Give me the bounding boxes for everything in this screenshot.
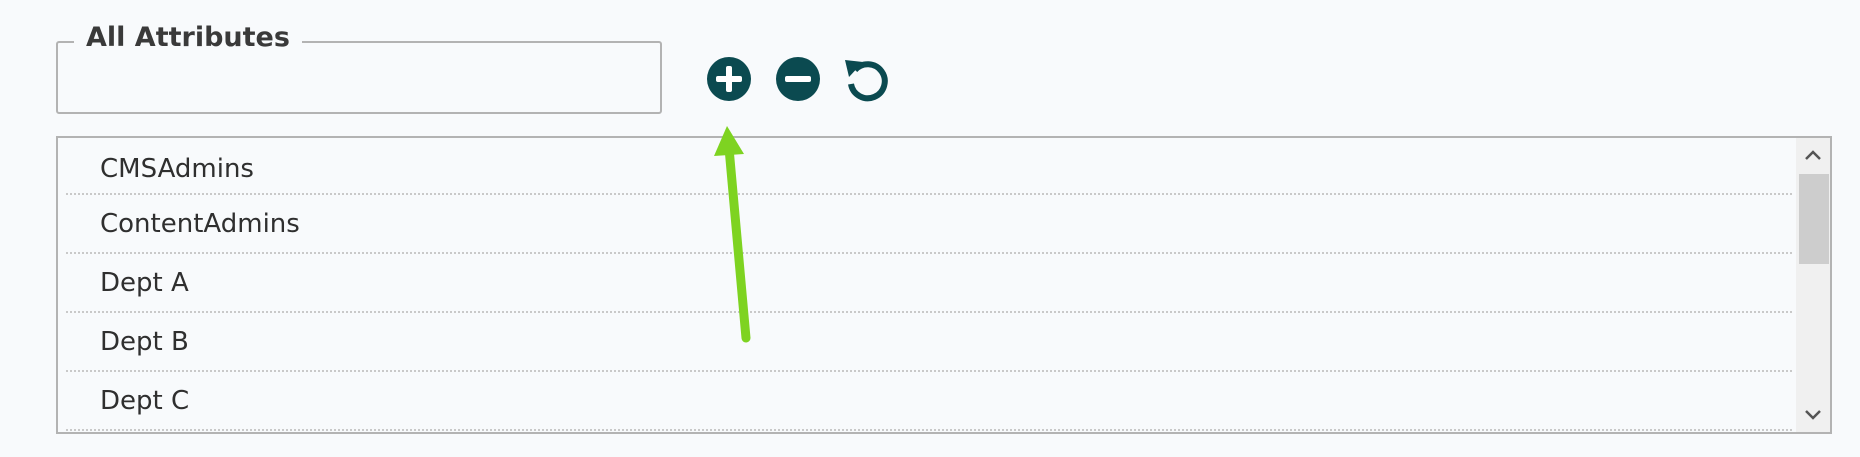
scroll-down-button[interactable] xyxy=(1796,398,1830,432)
attributes-search-input[interactable] xyxy=(68,59,652,101)
list-item[interactable]: CMSAdmins xyxy=(66,138,1792,195)
scroll-thumb[interactable] xyxy=(1799,174,1829,264)
add-button[interactable] xyxy=(706,56,752,102)
list-item[interactable]: Dept C xyxy=(66,372,1792,431)
plus-circle-icon xyxy=(707,57,751,101)
attributes-list: CMSAdmins ContentAdmins Dept A Dept B De… xyxy=(56,136,1832,434)
attributes-list-items: CMSAdmins ContentAdmins Dept A Dept B De… xyxy=(66,138,1792,431)
list-item[interactable]: Dept B xyxy=(66,313,1792,372)
rotate-ccw-icon xyxy=(845,60,888,102)
remove-button[interactable] xyxy=(775,56,821,102)
list-item[interactable]: Dept A xyxy=(66,254,1792,313)
minus-circle-icon xyxy=(776,57,820,101)
chevron-down-icon xyxy=(1805,410,1821,420)
list-scrollbar[interactable] xyxy=(1796,138,1830,432)
chevron-up-icon xyxy=(1805,150,1821,160)
scroll-up-button[interactable] xyxy=(1796,138,1830,172)
reset-button[interactable] xyxy=(843,56,889,102)
attributes-legend: All Attributes xyxy=(74,20,302,56)
list-item[interactable]: ContentAdmins xyxy=(66,195,1792,254)
